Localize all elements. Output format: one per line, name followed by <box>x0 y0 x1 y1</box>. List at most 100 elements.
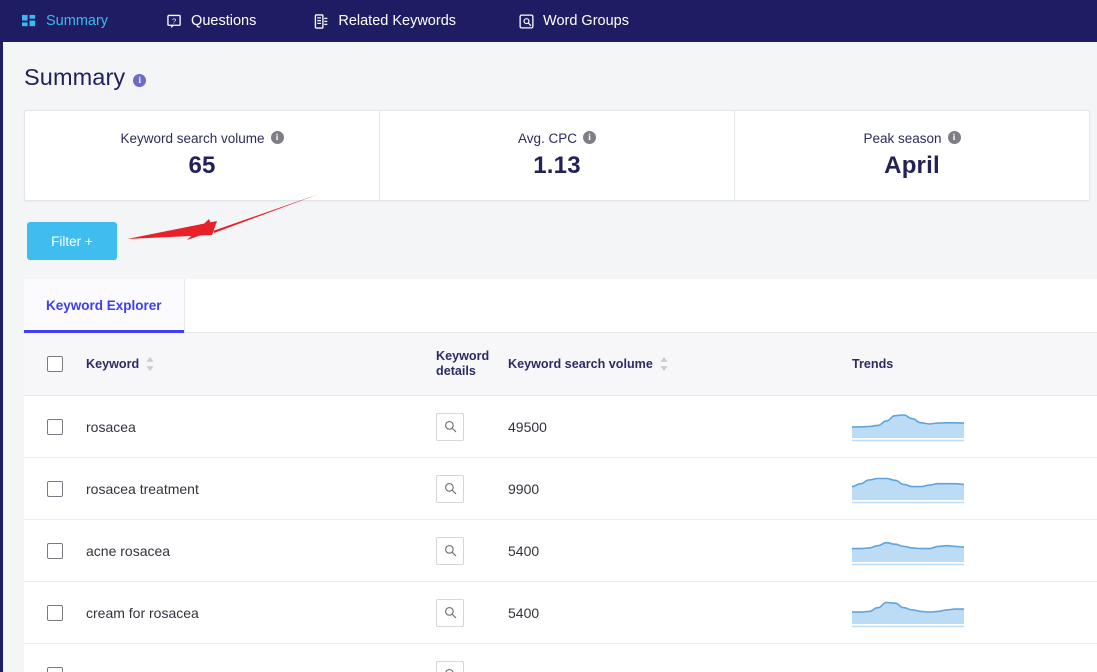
row-keyword-text: rosacea <box>86 419 136 435</box>
header-keyword-label: Keyword <box>86 357 139 372</box>
stat-card-avg-cpc: Avg. CPC i 1.13 <box>380 111 735 200</box>
word-groups-icon <box>519 14 534 29</box>
filter-toolbar: Filter + <box>3 201 1097 279</box>
table-row[interactable]: cream for rosacea 5400 <box>24 582 1097 644</box>
stat-card-label: Peak season i <box>863 131 960 146</box>
stat-card-label: Avg. CPC i <box>518 131 596 146</box>
row-checkbox[interactable] <box>47 605 63 621</box>
keyword-details-search-button[interactable] <box>436 413 464 441</box>
stat-label-text: Peak season <box>863 131 941 146</box>
row-select-cell <box>24 481 86 497</box>
table-tab-bar: Keyword Explorer <box>24 279 1097 333</box>
trend-sparkline <box>852 536 964 566</box>
row-search-volume-text: 9900 <box>508 481 539 497</box>
row-details-cell <box>436 599 508 627</box>
nav-item-summary[interactable]: Summary <box>22 0 108 42</box>
row-checkbox[interactable] <box>47 543 63 559</box>
header-trends-cell: Trends <box>852 357 1097 372</box>
stat-card-value: 65 <box>188 152 215 180</box>
header-details-line1: Keyword <box>436 349 489 363</box>
table-row[interactable]: acne rosacea5400 <box>24 520 1097 582</box>
row-keyword-text: cream for rosacea <box>86 605 199 621</box>
document-list-icon <box>314 14 329 29</box>
header-details-line2: details <box>436 364 476 378</box>
stat-card-label: Keyword search volume i <box>120 131 283 146</box>
sort-arrows-icon[interactable] <box>660 357 668 371</box>
row-search-volume-cell: 9900 <box>508 481 852 497</box>
header-select-all-cell <box>24 356 86 372</box>
row-trend-cell <box>852 412 1097 442</box>
header-keyword-details-label: Keyword details <box>436 349 489 379</box>
header-keyword-cell[interactable]: Keyword <box>86 357 436 372</box>
app-root: Summary ? Questions Related Keywords <box>0 0 1097 672</box>
search-icon <box>444 420 457 433</box>
row-select-cell <box>24 605 86 621</box>
row-checkbox[interactable] <box>47 419 63 435</box>
row-select-cell <box>24 667 86 672</box>
summary-stat-cards: Keyword search volume i 65 Avg. CPC i 1.… <box>24 110 1090 201</box>
info-icon[interactable]: i <box>271 131 284 144</box>
info-icon[interactable]: i <box>948 131 961 144</box>
row-keyword-text: acne rosacea <box>86 543 170 559</box>
sort-arrows-icon[interactable] <box>146 357 154 371</box>
nav-item-questions[interactable]: ? Questions <box>167 0 256 42</box>
page-title: Summary <box>24 64 125 91</box>
grid-icon <box>22 14 37 29</box>
nav-label-word-groups: Word Groups <box>543 13 629 29</box>
trend-sparkline <box>852 598 964 628</box>
row-select-cell <box>24 543 86 559</box>
row-details-cell <box>436 413 508 441</box>
trend-sparkline <box>852 412 964 442</box>
page-header: Summary i <box>3 42 1097 91</box>
keyword-details-search-button[interactable] <box>436 661 464 672</box>
stat-card-value: 1.13 <box>533 152 581 180</box>
keyword-details-search-button[interactable] <box>436 599 464 627</box>
search-icon <box>444 544 457 557</box>
header-trends-label: Trends <box>852 357 893 372</box>
table-header-row: Keyword Keyword details Keyword search v… <box>24 333 1097 396</box>
top-navigation-bar: Summary ? Questions Related Keywords <box>0 0 1097 42</box>
row-keyword-cell: rosacea <box>86 419 436 435</box>
row-details-cell <box>436 475 508 503</box>
row-search-volume-cell: 49500 <box>508 419 852 435</box>
row-trend-cell <box>852 536 1097 566</box>
row-checkbox[interactable] <box>47 481 63 497</box>
row-search-volume-text: 5400 <box>508 605 539 621</box>
nav-item-related-keywords[interactable]: Related Keywords <box>314 0 456 42</box>
keyword-details-search-button[interactable] <box>436 475 464 503</box>
nav-label-summary: Summary <box>46 13 108 29</box>
header-search-volume-cell[interactable]: Keyword search volume <box>508 357 852 372</box>
search-icon <box>444 482 457 495</box>
row-keyword-cell: rosacea treatment <box>86 481 436 497</box>
table-row[interactable]: rosacea treatment 9900 <box>24 458 1097 520</box>
info-icon[interactable]: i <box>133 74 146 87</box>
row-keyword-cell: acne rosacea <box>86 543 436 559</box>
table-row-partial[interactable] <box>24 644 1097 672</box>
tab-keyword-explorer[interactable]: Keyword Explorer <box>24 279 185 332</box>
row-checkbox[interactable] <box>47 667 63 672</box>
table-body: rosacea 49500 rosacea treatment 9900 acne ro… <box>24 396 1097 672</box>
svg-text:?: ? <box>172 16 176 25</box>
search-icon <box>444 668 457 672</box>
select-all-checkbox[interactable] <box>47 356 63 372</box>
row-keyword-cell: cream for rosacea <box>86 605 436 621</box>
stat-card-peak-season: Peak season i April <box>735 111 1089 200</box>
row-search-volume-text: 49500 <box>508 419 547 435</box>
row-trend-cell <box>852 598 1097 628</box>
tab-label: Keyword Explorer <box>46 298 162 313</box>
question-bubble-icon: ? <box>167 14 182 29</box>
row-details-cell <box>436 537 508 565</box>
stat-label-text: Avg. CPC <box>518 131 577 146</box>
table-row[interactable]: rosacea 49500 <box>24 396 1097 458</box>
header-search-volume-label: Keyword search volume <box>508 357 653 372</box>
nav-label-related-keywords: Related Keywords <box>338 13 456 29</box>
header-keyword-details-cell: Keyword details <box>436 349 508 379</box>
info-icon[interactable]: i <box>583 131 596 144</box>
filter-button[interactable]: Filter + <box>27 222 117 260</box>
keyword-details-search-button[interactable] <box>436 537 464 565</box>
row-trend-cell <box>852 474 1097 504</box>
nav-item-word-groups[interactable]: Word Groups <box>519 0 629 42</box>
trend-sparkline <box>852 474 964 504</box>
search-icon <box>444 606 457 619</box>
stat-label-text: Keyword search volume <box>120 131 264 146</box>
